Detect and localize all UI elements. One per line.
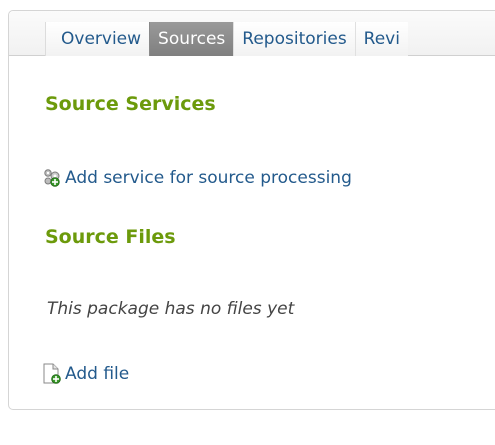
tab-overview[interactable]: Overview (45, 22, 150, 56)
add-file-row[interactable]: Add file (41, 363, 129, 385)
source-files-heading: Source Files (45, 226, 176, 248)
empty-files-message: This package has no files yet (47, 299, 295, 319)
tab-sources[interactable]: Sources (149, 22, 234, 56)
add-service-link[interactable]: Add service for source processing (65, 168, 352, 188)
tab-repositories[interactable]: Repositories (233, 22, 355, 56)
tab-revisions[interactable]: Revi (354, 22, 408, 56)
add-file-link[interactable]: Add file (65, 364, 129, 384)
add-service-row[interactable]: Add service for source processing (41, 167, 352, 189)
file-add-icon (41, 363, 63, 385)
source-services-heading: Source Services (45, 93, 216, 115)
gears-add-icon (41, 167, 63, 189)
tab-bar: Overview Sources Repositories Revi (9, 11, 495, 56)
tabs: Overview Sources Repositories Revi (45, 22, 408, 56)
package-panel: Overview Sources Repositories Revi Sourc… (8, 10, 495, 410)
